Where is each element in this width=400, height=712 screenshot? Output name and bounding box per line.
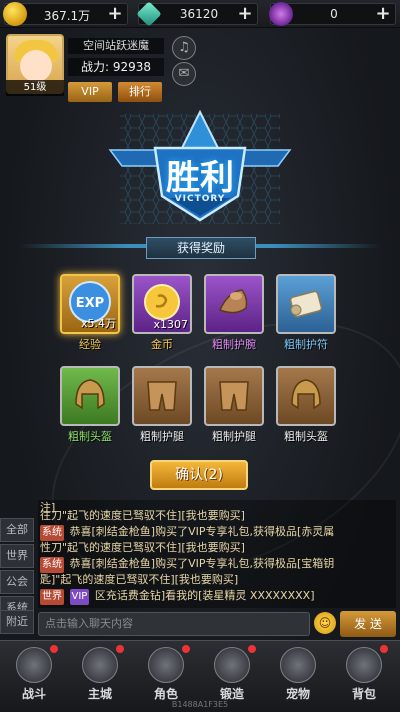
crystal-resource: 0 + bbox=[269, 2, 396, 26]
victory-subtitle: VICTORY bbox=[174, 194, 226, 204]
chat-line: 往刀"起飞的速度已驽驭不住][我也要购买] bbox=[40, 508, 245, 524]
pet-icon bbox=[280, 647, 316, 683]
crystal-icon bbox=[269, 2, 293, 26]
footer-id: B1488A1F3E5 bbox=[171, 700, 229, 709]
chat-line: 匙]"起飞的速度已驽驭不住][我也要购买] bbox=[40, 572, 238, 588]
helmet-icon bbox=[291, 379, 321, 410]
reward-qty: x1307 bbox=[153, 318, 188, 331]
reward-label: 粗制护腿 bbox=[212, 430, 256, 443]
add-gem-button[interactable]: + bbox=[235, 4, 255, 24]
reward-item-greaves[interactable] bbox=[132, 366, 192, 426]
chat-line: 性刀"起飞的速度已驽驭不住][我也要购买] bbox=[40, 540, 245, 556]
gold-value: 367.1万 bbox=[43, 9, 91, 23]
nav-label: 战斗 bbox=[21, 687, 46, 701]
nav-backpack[interactable]: 背包 bbox=[332, 643, 396, 709]
scroll-amulet-icon bbox=[289, 290, 323, 318]
world-tag: 世界 bbox=[40, 589, 64, 605]
reward-label: 粗制护腕 bbox=[212, 338, 256, 351]
chat-tab-all[interactable]: 全部 bbox=[0, 518, 34, 542]
battle-icon bbox=[16, 647, 52, 683]
backpack-icon bbox=[346, 647, 382, 683]
add-gold-button[interactable]: + bbox=[105, 4, 125, 24]
system-tag: 系统 bbox=[40, 557, 64, 573]
chat-input[interactable]: 点击输入聊天内容 bbox=[38, 612, 310, 636]
reward-item-bracer[interactable] bbox=[204, 274, 264, 334]
chat-text: 恭喜[刺结金枪鱼]购买了VIP专享礼包,获得极品[赤灵属 bbox=[69, 525, 335, 538]
chat-line: 系统 恭喜[刺结金枪鱼]购买了VIP专享礼包,获得极品[宝箱钥 bbox=[40, 556, 334, 573]
chat-text: 恭喜[刺结金枪鱼]购买了VIP专享礼包,获得极品[宝箱钥 bbox=[69, 557, 335, 570]
add-crystal-button[interactable]: + bbox=[373, 4, 393, 24]
emoji-icon[interactable]: ☺ bbox=[314, 612, 336, 634]
reward-item-amulet[interactable] bbox=[276, 274, 336, 334]
reward-label: 粗制护符 bbox=[284, 338, 328, 351]
music-icon[interactable]: ♫ bbox=[172, 36, 196, 60]
reward-item-exp[interactable]: EXP x5.4万 bbox=[60, 274, 120, 334]
notification-dot bbox=[116, 645, 124, 653]
greaves-icon bbox=[219, 381, 249, 411]
vip-button[interactable]: VIP bbox=[68, 82, 112, 102]
player-name: 空间站跃迷魔 bbox=[68, 38, 164, 54]
gold-coin-icon bbox=[3, 2, 27, 26]
nav-label: 背包 bbox=[351, 687, 376, 701]
gem-value: 36120 bbox=[179, 7, 219, 21]
reward-label: 粗制护腿 bbox=[140, 430, 184, 443]
nav-pet[interactable]: 宠物 bbox=[266, 643, 330, 709]
reward-item-helmet[interactable] bbox=[60, 366, 120, 426]
helmet-icon bbox=[75, 379, 105, 410]
chat-text: 性刀"起飞的速度已驽驭不住][我也要购买] bbox=[40, 541, 245, 554]
gold-resource: 367.1万 + bbox=[3, 2, 128, 26]
character-icon bbox=[148, 647, 184, 683]
chat-line: 系统 恭喜[刺结金枪鱼]购买了VIP专享礼包,获得极品[赤灵属 bbox=[40, 524, 334, 541]
mail-icon[interactable]: ✉ bbox=[172, 62, 196, 86]
anvil-icon bbox=[214, 647, 250, 683]
nav-city[interactable]: 主城 bbox=[68, 643, 132, 709]
victory-title: 胜利 bbox=[166, 158, 234, 198]
reward-header: 获得奖励 bbox=[146, 237, 256, 259]
chat-tab-nearby[interactable]: 附近 bbox=[0, 610, 34, 634]
avatar-face bbox=[20, 50, 52, 82]
city-icon bbox=[82, 647, 118, 683]
reward-item-greaves[interactable] bbox=[204, 366, 264, 426]
chat-tab-world[interactable]: 世界 bbox=[0, 544, 34, 568]
notification-dot bbox=[380, 645, 388, 653]
nav-label: 主城 bbox=[87, 687, 112, 701]
player-power: 战力: 92938 bbox=[68, 58, 164, 76]
nav-label: 宠物 bbox=[285, 687, 310, 701]
reward-item-gold[interactable]: x1307 bbox=[132, 274, 192, 334]
send-button[interactable]: 发 送 bbox=[340, 611, 396, 637]
chat-line: 世界 VIP 区充话费金钻]看我的[装星精灵 XXXXXXXX] bbox=[40, 588, 314, 605]
notification-dot bbox=[248, 645, 256, 653]
player-level: 51级 bbox=[6, 80, 64, 96]
resource-bar: 367.1万 + 36120 + 0 + bbox=[0, 0, 400, 28]
chat-text: 往刀"起飞的速度已驽驭不住][我也要购买] bbox=[40, 509, 245, 522]
system-tag: 系统 bbox=[40, 525, 64, 541]
crystal-value: 0 bbox=[330, 7, 338, 21]
svg-text:EXP: EXP bbox=[76, 296, 104, 311]
vip-tag: VIP bbox=[69, 589, 90, 605]
nav-battle[interactable]: 战斗 bbox=[2, 643, 66, 709]
chat-text: 匙]"起飞的速度已驽驭不住][我也要购买] bbox=[40, 573, 239, 586]
chat-tab-guild[interactable]: 公会 bbox=[0, 570, 34, 594]
bracer-icon bbox=[218, 289, 248, 314]
reward-qty: x5.4万 bbox=[80, 317, 116, 330]
reward-label: 粗制头盔 bbox=[68, 430, 112, 443]
rank-button[interactable]: 排行 bbox=[118, 82, 162, 102]
notification-dot bbox=[182, 645, 190, 653]
greaves-icon bbox=[147, 381, 177, 411]
reward-item-helmet[interactable] bbox=[276, 366, 336, 426]
gem-icon bbox=[136, 1, 162, 27]
confirm-button[interactable]: 确认(2) bbox=[150, 460, 248, 490]
chat-text: 区充话费金钻]看我的[装星精灵 XXXXXXXX] bbox=[94, 589, 315, 602]
reward-label: 经验 bbox=[79, 338, 101, 351]
reward-label: 金币 bbox=[151, 338, 173, 351]
gem-resource: 36120 + bbox=[136, 1, 258, 27]
notification-dot bbox=[50, 645, 58, 653]
chat-log[interactable]: 注] 往刀"起飞的速度已驽驭不住][我也要购买] 系统 恭喜[刺结金枪鱼]购买了… bbox=[38, 500, 396, 608]
reward-label: 粗制头盔 bbox=[284, 430, 328, 443]
